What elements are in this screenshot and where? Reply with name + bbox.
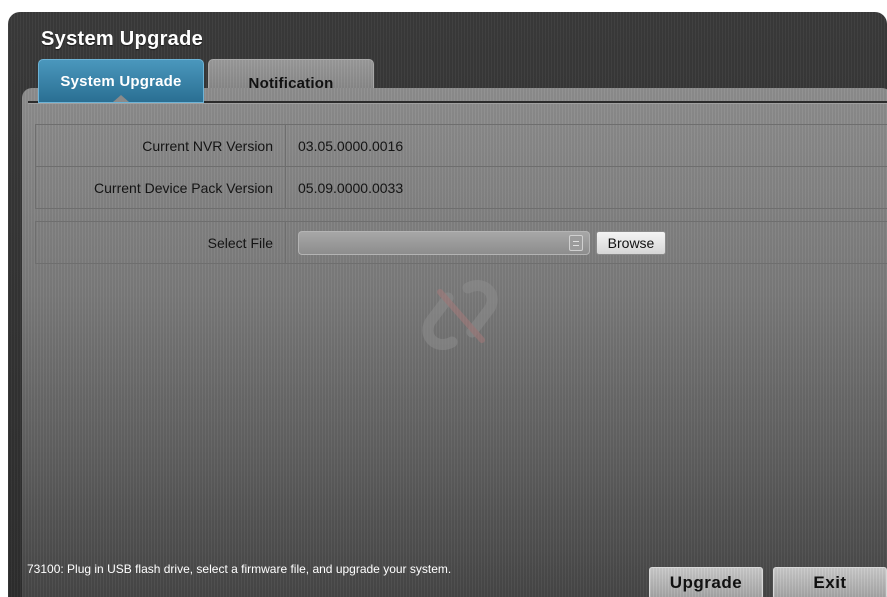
system-upgrade-window: System Upgrade System Upgrade Notificati… [8,12,887,597]
tab-system-upgrade[interactable]: System Upgrade [38,59,204,103]
browse-button[interactable]: Browse [596,230,666,255]
select-file-row: Select File Browse [35,222,887,264]
device-pack-version-label: Current Device Pack Version [36,167,286,208]
nvr-version-label: Current NVR Version [36,125,286,166]
select-file-controls: Browse [286,222,887,263]
select-file-label: Select File [36,222,286,263]
exit-button[interactable]: Exit [773,567,887,597]
window-title: System Upgrade [41,28,204,50]
device-pack-version-row: Current Device Pack Version 05.09.0000.0… [35,167,887,209]
logo-watermark-icon [422,280,498,350]
status-message: 73100: Plug in USB flash drive, select a… [27,562,452,576]
active-tab-indicator [113,95,129,102]
device-pack-version-value: 05.09.0000.0033 [298,179,404,196]
nvr-version-value: 03.05.0000.0016 [298,137,404,154]
version-info-table: Current NVR Version 03.05.0000.0016 Curr… [35,124,887,209]
upgrade-panel: Current NVR Version 03.05.0000.0016 Curr… [22,88,887,597]
tab-label: System Upgrade [60,73,182,90]
file-path-field[interactable] [298,230,590,255]
file-icon[interactable] [569,234,583,251]
file-select-table: Select File Browse [35,221,887,264]
nvr-version-row: Current NVR Version 03.05.0000.0016 [35,125,887,167]
upgrade-button[interactable]: Upgrade [649,567,763,597]
